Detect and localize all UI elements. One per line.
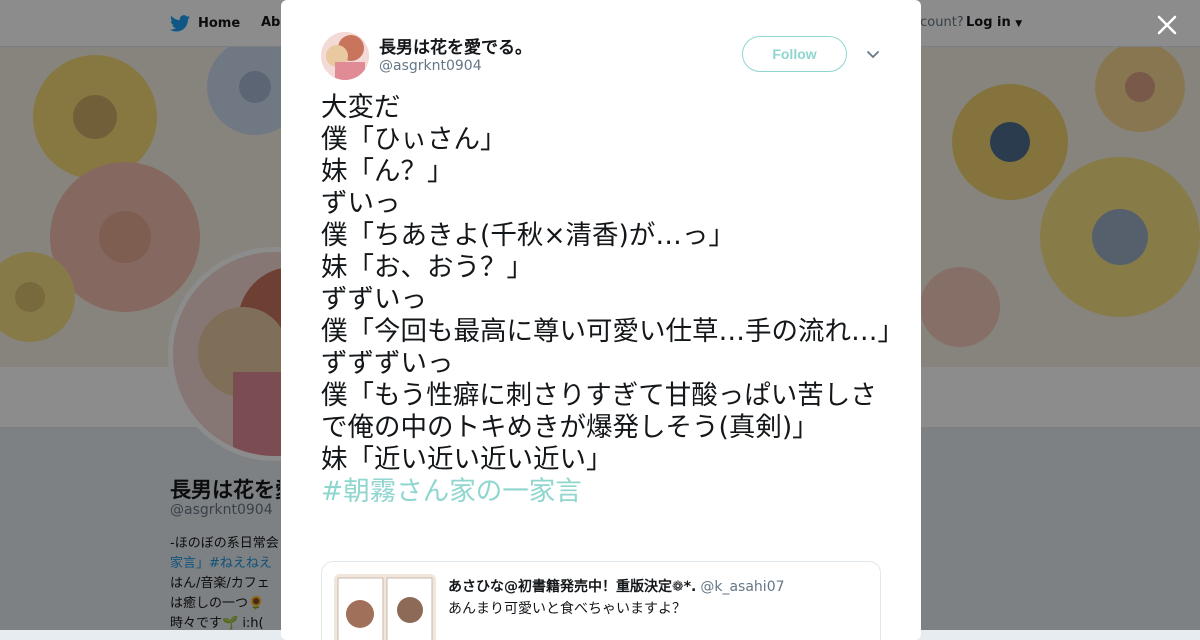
tweet-line: 僕「今回も最高に尊い可愛い仕草…手の流れ…」 (321, 316, 904, 347)
tweet-modal: 長男は花を愛でる。 @asgrknt0904 Follow 大変だ 僕「ひぃさん… (281, 0, 921, 640)
quoted-tweet-text: あんまり可愛いと食べちゃいますよ？ (448, 601, 686, 617)
quoted-tweet[interactable]: あさひな@初書籍発売中！重版決定❁*. @k_asahi07 あんまり可愛いと食べ… (321, 561, 881, 640)
hashtag-link[interactable]: #朝霧さん家の一家言 (321, 476, 891, 508)
tweet-line: 僕「もう性癖に刺さりすぎて甘酸っぱい苦しさで俺の中のトキめきが爆発しそう(真剣)… (321, 380, 877, 443)
quoted-author-handle: @k_asahi07 (700, 579, 785, 595)
comic-image (334, 574, 436, 640)
tweet-line: ずいっ (321, 188, 401, 219)
author-name[interactable]: 長男は花を愛でる。 (379, 33, 532, 58)
author-avatar[interactable] (321, 32, 369, 80)
tweet-menu-button[interactable] (865, 46, 881, 62)
quoted-author-name: あさひな@初書籍発売中！重版決定❁*. (448, 579, 697, 595)
tweet-line: 僕「ひぃさん」 (321, 124, 507, 155)
tweet-line: 大変だ (321, 92, 401, 123)
tweet-line: 妹「お、おう？」 (321, 252, 533, 283)
tweet-text: 大変だ 僕「ひぃさん」 妹「ん？」 ずいっ 僕「ちあきよ(千秋×清香)が…っ」 … (321, 92, 904, 508)
tweet-line: ずずずいっ (321, 348, 454, 379)
chevron-down-icon (867, 51, 879, 59)
tweet-line: 僕「ちあきよ(千秋×清香)が…っ」 (321, 220, 735, 251)
quoted-author: あさひな@初書籍発売中！重版決定❁*. @k_asahi07 (448, 576, 785, 596)
tweet-line: 妹「近い近い近い近い」 (321, 444, 613, 475)
quoted-tweet-thumbnail (334, 574, 436, 640)
follow-button[interactable]: Follow (742, 36, 847, 72)
tweet-line: ずずいっ (321, 284, 427, 315)
close-button[interactable] (1154, 12, 1180, 38)
author-avatar-image (321, 32, 369, 80)
close-icon (1157, 15, 1177, 35)
tweet-line: 妹「ん？」 (321, 156, 454, 187)
author-handle[interactable]: @asgrknt0904 (379, 58, 482, 74)
